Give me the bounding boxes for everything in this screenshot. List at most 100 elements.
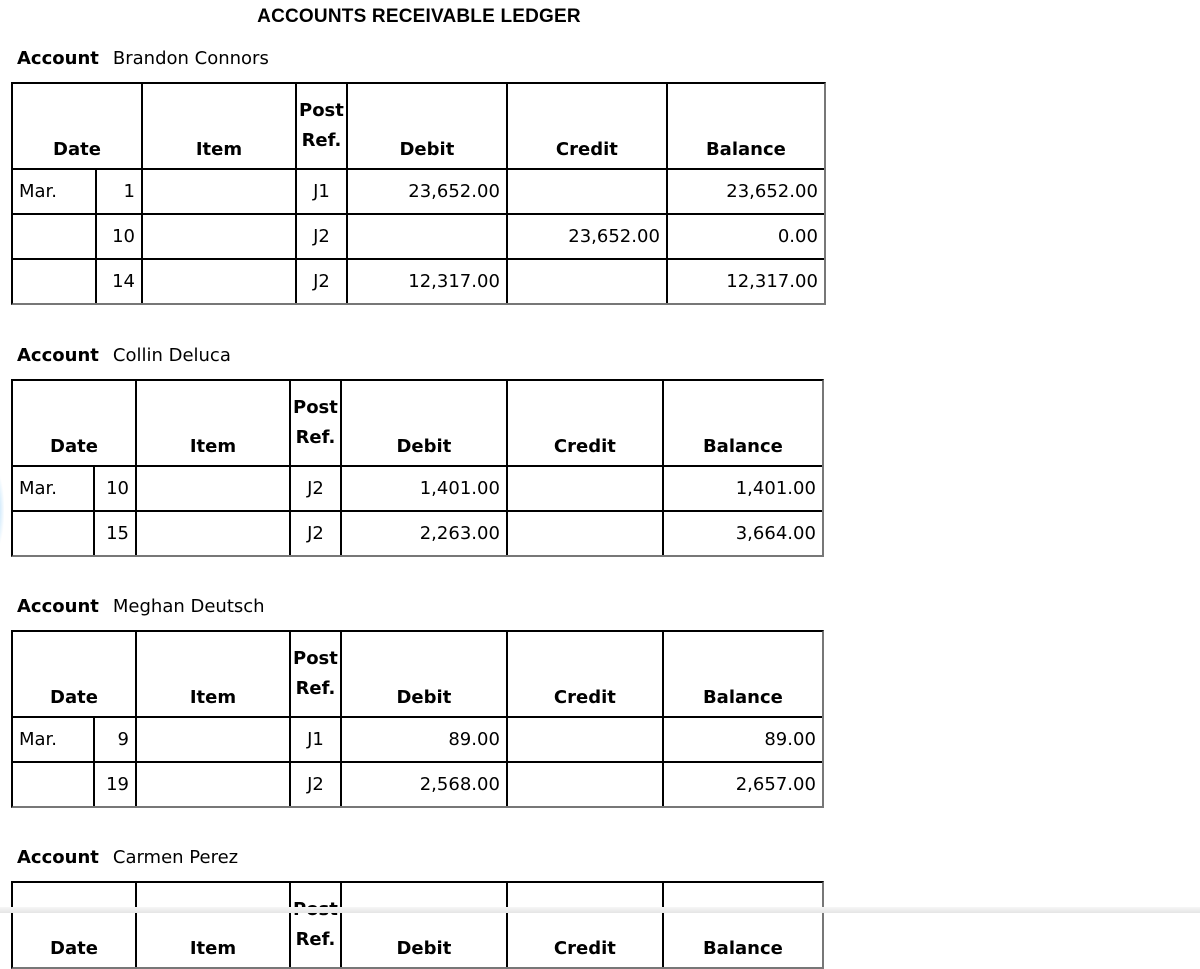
cell-month: Mar. <box>13 168 95 213</box>
account-name: Brandon Connors <box>112 48 269 69</box>
cell-credit <box>505 761 662 806</box>
cell-debit: 89.00 <box>339 716 506 761</box>
header-post-ref: PostRef. <box>289 381 340 465</box>
header-credit: Credit <box>505 381 662 465</box>
cell-item <box>135 510 289 555</box>
header-row: Date Item PostRef. Debit Credit Balance <box>13 883 822 967</box>
table-row: 19 J2 2,568.00 2,657.00 <box>13 761 822 806</box>
window-bottom-edge <box>0 907 1200 913</box>
header-credit: Credit <box>505 632 662 716</box>
ledger-table: Date Item Post Ref. Debit Credit Balance … <box>11 82 826 305</box>
header-item: Item <box>135 381 289 465</box>
cell-month <box>13 510 93 555</box>
cell-balance: 1,401.00 <box>661 465 822 510</box>
cell-post-ref: J2 <box>295 258 346 303</box>
cell-debit <box>345 213 506 258</box>
header-row: Date Item PostRef. Debit Credit Balance <box>13 381 822 465</box>
cell-item <box>135 761 289 806</box>
cell-credit <box>505 510 662 555</box>
cell-credit <box>505 258 666 303</box>
table-row: Mar. 9 J1 89.00 89.00 <box>13 716 822 761</box>
cell-month: Mar. <box>13 716 93 761</box>
ledger-table: Date Item PostRef. Debit Credit Balance <box>11 881 824 969</box>
header-row: Date Item PostRef. Debit Credit Balance <box>13 632 822 716</box>
cell-month <box>13 258 95 303</box>
header-balance: Balance <box>661 632 822 716</box>
ledger-table: Date Item Post Ref. Debit Credit Balance … <box>11 379 824 557</box>
header-date: Date <box>50 687 98 708</box>
table-row: 15 J2 2,263.00 3,664.00 <box>13 510 822 555</box>
header-item: Item <box>135 883 289 967</box>
header-debit: Debit <box>345 84 506 168</box>
cell-debit: 2,263.00 <box>339 510 506 555</box>
account-heading: Account Collin Deluca <box>11 341 824 371</box>
header-post-ref: PostRef. <box>295 84 346 168</box>
cell-balance: 12,317.00 <box>665 258 824 303</box>
header-item: Item <box>135 632 289 716</box>
account-block: Account Carmen Perez Date Item PostRef. D… <box>11 843 824 969</box>
cell-month: Mar. <box>13 465 93 510</box>
table-row: Mar. 10 J2 1,401.00 1,401.00 <box>13 465 822 510</box>
account-label: Account <box>17 48 99 69</box>
cell-day: 15 <box>93 510 135 555</box>
cell-post-ref: J1 <box>289 716 340 761</box>
account-block: Account Collin Deluca Date Item Post Ref. … <box>11 341 824 557</box>
cell-day: 19 <box>93 761 135 806</box>
account-name: Collin Deluca <box>112 345 231 366</box>
account-label: Account <box>17 596 99 617</box>
header-post-ref: PostRef. <box>289 883 340 967</box>
ledger-table: Date Item Post Ref. Debit Credit Balance … <box>11 630 824 808</box>
account-label: Account <box>17 847 99 868</box>
header-balance: Balance <box>661 883 822 967</box>
cell-post-ref: J2 <box>289 761 340 806</box>
cell-item <box>135 716 289 761</box>
account-block: Account Brandon Connors Date Item Post Ref… <box>11 44 826 305</box>
cell-month <box>13 761 93 806</box>
header-debit: Debit <box>339 883 506 967</box>
cell-day: 14 <box>95 258 141 303</box>
account-heading: Account Brandon Connors <box>11 44 826 74</box>
cell-post-ref: J2 <box>289 465 340 510</box>
cell-post-ref: J2 <box>295 213 346 258</box>
cell-credit <box>505 465 662 510</box>
cell-balance: 3,664.00 <box>661 510 822 555</box>
header-date: Date <box>50 938 98 959</box>
cell-balance: 0.00 <box>665 213 824 258</box>
cell-post-ref: J2 <box>289 510 340 555</box>
cell-debit: 1,401.00 <box>339 465 506 510</box>
window-edge-glow <box>0 470 4 550</box>
cell-day: 10 <box>93 465 135 510</box>
cell-item <box>141 168 295 213</box>
account-name: Meghan Deutsch <box>112 596 265 617</box>
header-balance: Balance <box>665 84 824 168</box>
cell-debit: 12,317.00 <box>345 258 506 303</box>
cell-month <box>13 213 95 258</box>
header-debit: Debit <box>339 632 506 716</box>
table-row: Mar. 1 J1 23,652.00 23,652.00 <box>13 168 824 213</box>
cell-day: 1 <box>95 168 141 213</box>
cell-item <box>135 465 289 510</box>
cell-credit <box>505 716 662 761</box>
table-row: 10 J2 23,652.00 0.00 <box>13 213 824 258</box>
cell-credit <box>505 168 666 213</box>
header-date: Date <box>50 436 98 457</box>
header-row: Date Item PostRef. Debit Credit Balance <box>13 84 824 168</box>
header-item: Item <box>141 84 295 168</box>
cell-item <box>141 213 295 258</box>
page-title: ACCOUNTS RECEIVABLE LEDGER <box>257 6 581 27</box>
cell-balance: 23,652.00 <box>665 168 824 213</box>
header-credit: Credit <box>505 84 666 168</box>
header-date: Date <box>53 139 101 160</box>
account-name: Carmen Perez <box>112 847 239 868</box>
cell-day: 9 <box>93 716 135 761</box>
cell-balance: 2,657.00 <box>661 761 822 806</box>
account-heading: Account Meghan Deutsch <box>11 592 824 622</box>
account-block: Account Meghan Deutsch Date Item Post Ref.… <box>11 592 824 808</box>
cell-credit: 23,652.00 <box>505 213 666 258</box>
cell-day: 10 <box>95 213 141 258</box>
cell-debit: 2,568.00 <box>339 761 506 806</box>
header-balance: Balance <box>661 381 822 465</box>
header-credit: Credit <box>505 883 662 967</box>
cell-item <box>141 258 295 303</box>
table-row: 14 J2 12,317.00 12,317.00 <box>13 258 824 303</box>
